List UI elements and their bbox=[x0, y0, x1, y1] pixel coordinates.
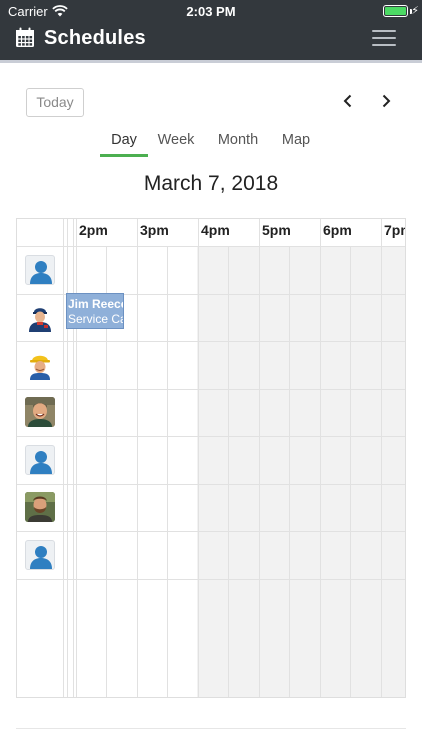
battery-level-fill bbox=[385, 7, 406, 15]
event-customer-name: Jim Reece bbox=[68, 297, 124, 311]
hour-header-2pm: 2pm bbox=[79, 222, 108, 238]
bearded-man-photo[interactable] bbox=[25, 492, 55, 522]
schedule-event[interactable]: Jim Reece Service Call bbox=[66, 293, 124, 329]
clock-label: 2:03 PM bbox=[186, 4, 236, 19]
hour-header-5pm: 5pm bbox=[262, 222, 291, 238]
default-user-icon[interactable] bbox=[25, 255, 55, 285]
bottom-divider bbox=[16, 728, 406, 729]
tab-day[interactable]: Day bbox=[100, 132, 148, 148]
default-user-icon[interactable] bbox=[25, 540, 55, 570]
hardhat-worker-photo[interactable] bbox=[25, 350, 55, 380]
technician-photo[interactable] bbox=[25, 302, 55, 332]
smiling-man-photo[interactable] bbox=[25, 397, 55, 427]
hour-header-4pm: 4pm bbox=[201, 222, 230, 238]
hour-header-6pm: 6pm bbox=[323, 222, 352, 238]
chevron-right-icon[interactable] bbox=[377, 92, 395, 110]
schedule-grid: 2pm 3pm 4pm 5pm 6pm 7pm bbox=[16, 218, 406, 698]
charging-bolt-icon: ⚡ bbox=[411, 5, 419, 17]
today-button[interactable]: Today bbox=[26, 88, 84, 117]
chevron-left-icon[interactable] bbox=[339, 92, 357, 110]
app-header: Schedules bbox=[0, 22, 422, 60]
battery-icon bbox=[383, 5, 408, 17]
status-bar: Carrier 2:03 PM ⚡ bbox=[0, 0, 422, 22]
date-title: March 7, 2018 bbox=[143, 172, 279, 195]
hour-header-3pm: 3pm bbox=[140, 222, 169, 238]
tab-map[interactable]: Map bbox=[274, 132, 318, 148]
event-type-label: Service Call bbox=[68, 312, 123, 326]
hamburger-menu-icon[interactable] bbox=[372, 29, 396, 47]
page-title: Schedules bbox=[44, 27, 146, 49]
tab-month[interactable]: Month bbox=[210, 132, 266, 148]
active-tab-indicator bbox=[100, 154, 148, 157]
header-divider bbox=[0, 60, 422, 63]
calendar-icon bbox=[15, 27, 35, 53]
hour-header-7pm: 7pm bbox=[384, 222, 405, 238]
tab-week[interactable]: Week bbox=[152, 132, 200, 148]
default-user-icon[interactable] bbox=[25, 445, 55, 475]
